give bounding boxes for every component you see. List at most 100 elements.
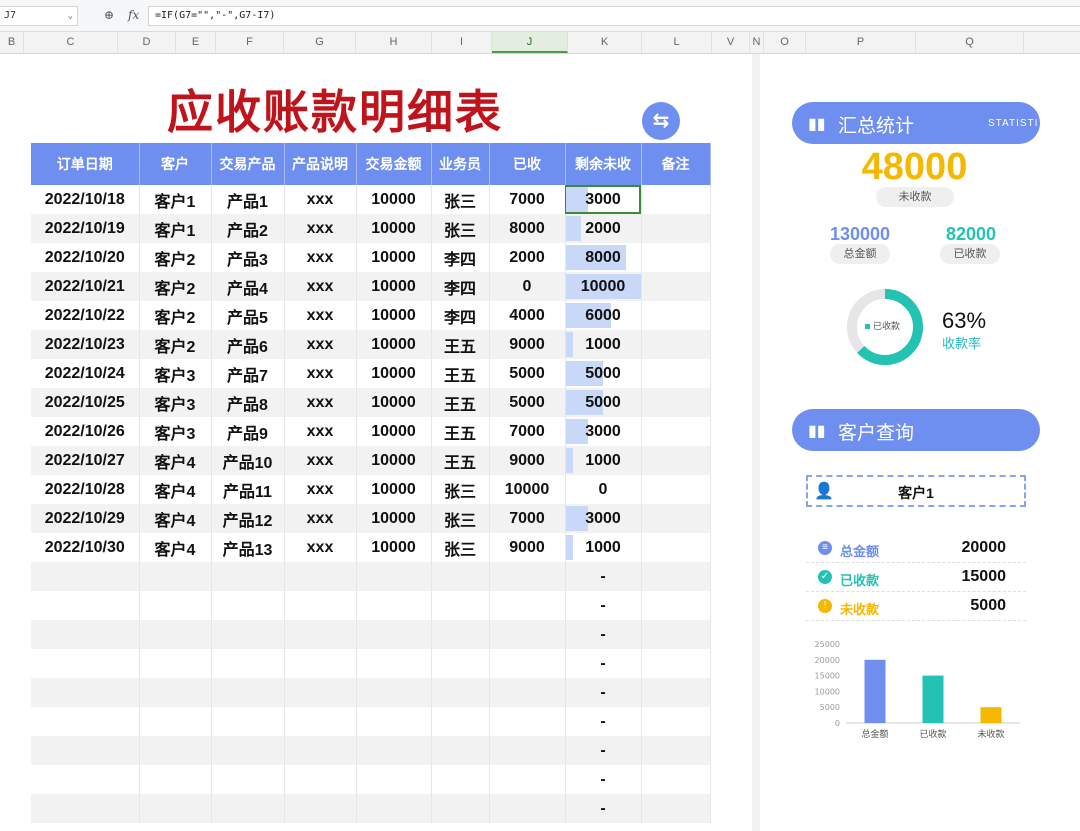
table-cell[interactable] (489, 591, 566, 620)
table-cell[interactable] (31, 736, 140, 765)
table-cell[interactable]: 10000 (356, 185, 432, 214)
table-cell[interactable] (641, 185, 711, 214)
table-cell[interactable]: 9000 (489, 330, 566, 359)
table-cell[interactable]: 王五 (431, 446, 490, 475)
table-cell[interactable]: 7000 (489, 185, 566, 214)
table-cell[interactable] (431, 620, 490, 649)
table-cell[interactable]: 5000 (489, 359, 566, 388)
table-cell[interactable] (641, 562, 711, 591)
column-header-n[interactable]: N (750, 32, 764, 53)
table-cell[interactable]: 王五 (431, 417, 490, 446)
table-cell[interactable] (431, 562, 490, 591)
table-cell[interactable]: 2022/10/30 (31, 533, 140, 562)
column-header-o[interactable]: O (764, 32, 806, 53)
table-cell[interactable]: 客户2 (139, 330, 212, 359)
table-cell[interactable]: - (565, 707, 642, 736)
table-cell[interactable]: 客户2 (139, 243, 212, 272)
table-cell[interactable]: 5000 (489, 388, 566, 417)
table-cell[interactable]: 4000 (489, 301, 566, 330)
table-cell[interactable] (431, 707, 490, 736)
table-cell[interactable]: 2022/10/26 (31, 417, 140, 446)
table-cell[interactable]: 9000 (489, 533, 566, 562)
table-cell[interactable] (641, 736, 711, 765)
table-cell[interactable] (431, 794, 490, 823)
table-cell[interactable]: 张三 (431, 185, 490, 214)
table-cell[interactable]: 10000 (356, 446, 432, 475)
table-cell[interactable] (489, 736, 566, 765)
table-cell[interactable] (139, 794, 212, 823)
table-cell[interactable] (431, 765, 490, 794)
table-cell[interactable]: 10000 (356, 301, 432, 330)
table-cell[interactable]: 张三 (431, 504, 490, 533)
table-cell[interactable] (211, 562, 285, 591)
remaining-cell[interactable]: 5000 (565, 388, 642, 417)
table-cell[interactable]: 产品10 (211, 446, 285, 475)
table-cell[interactable]: - (565, 736, 642, 765)
column-header-q[interactable]: Q (916, 32, 1024, 53)
table-cell[interactable] (489, 707, 566, 736)
table-cell[interactable] (284, 678, 357, 707)
table-cell[interactable] (31, 620, 140, 649)
column-header-l[interactable]: L (642, 32, 712, 53)
table-cell[interactable]: 客户2 (139, 301, 212, 330)
table-cell[interactable]: 2022/10/18 (31, 185, 140, 214)
remaining-cell[interactable]: 0 (565, 475, 642, 504)
table-cell[interactable] (284, 620, 357, 649)
table-cell[interactable] (431, 649, 490, 678)
table-cell[interactable] (641, 678, 711, 707)
remaining-cell[interactable]: 10000 (565, 272, 642, 301)
table-cell[interactable]: 10000 (356, 330, 432, 359)
table-cell[interactable]: xxx (284, 214, 357, 243)
table-cell[interactable]: 产品11 (211, 475, 285, 504)
table-cell[interactable]: 10000 (356, 272, 432, 301)
remaining-cell[interactable]: 8000 (565, 243, 642, 272)
table-cell[interactable]: 王五 (431, 359, 490, 388)
column-header-i[interactable]: I (432, 32, 492, 53)
table-cell[interactable] (641, 620, 711, 649)
column-header-d[interactable]: D (118, 32, 176, 53)
table-cell[interactable]: 产品13 (211, 533, 285, 562)
table-cell[interactable]: xxx (284, 272, 357, 301)
column-header-p[interactable]: P (806, 32, 916, 53)
column-header-g[interactable]: G (284, 32, 356, 53)
table-cell[interactable]: 产品7 (211, 359, 285, 388)
table-cell[interactable]: 李四 (431, 243, 490, 272)
table-cell[interactable] (139, 591, 212, 620)
table-cell[interactable] (284, 794, 357, 823)
table-cell[interactable]: 产品5 (211, 301, 285, 330)
table-cell[interactable]: - (565, 591, 642, 620)
table-cell[interactable] (489, 649, 566, 678)
table-cell[interactable]: xxx (284, 301, 357, 330)
table-cell[interactable]: 客户1 (139, 214, 212, 243)
table-cell[interactable] (284, 649, 357, 678)
table-cell[interactable] (356, 736, 432, 765)
function-icon[interactable]: fx (128, 8, 139, 22)
table-cell[interactable] (139, 736, 212, 765)
table-cell[interactable]: xxx (284, 475, 357, 504)
table-cell[interactable]: 张三 (431, 475, 490, 504)
table-cell[interactable]: - (565, 765, 642, 794)
customer-select[interactable]: 👤 客户1 (806, 475, 1026, 507)
column-header-f[interactable]: F (216, 32, 284, 53)
table-cell[interactable]: 2022/10/29 (31, 504, 140, 533)
table-cell[interactable]: 客户3 (139, 417, 212, 446)
table-cell[interactable] (641, 504, 711, 533)
table-cell[interactable] (284, 562, 357, 591)
table-cell[interactable]: 产品1 (211, 185, 285, 214)
table-cell[interactable]: 7000 (489, 417, 566, 446)
table-cell[interactable] (356, 620, 432, 649)
formula-input[interactable]: =IF(G7="","-",G7-I7) (148, 6, 1080, 26)
table-cell[interactable]: 产品4 (211, 272, 285, 301)
table-cell[interactable] (641, 301, 711, 330)
table-cell[interactable]: 客户2 (139, 272, 212, 301)
table-cell[interactable]: 10000 (356, 214, 432, 243)
table-cell[interactable]: 产品6 (211, 330, 285, 359)
table-cell[interactable]: - (565, 794, 642, 823)
table-cell[interactable]: xxx (284, 243, 357, 272)
table-cell[interactable]: 2022/10/28 (31, 475, 140, 504)
table-cell[interactable]: 产品3 (211, 243, 285, 272)
column-header-h[interactable]: H (356, 32, 432, 53)
remaining-cell[interactable]: 5000 (565, 359, 642, 388)
table-cell[interactable]: 2022/10/23 (31, 330, 140, 359)
table-cell[interactable] (431, 591, 490, 620)
